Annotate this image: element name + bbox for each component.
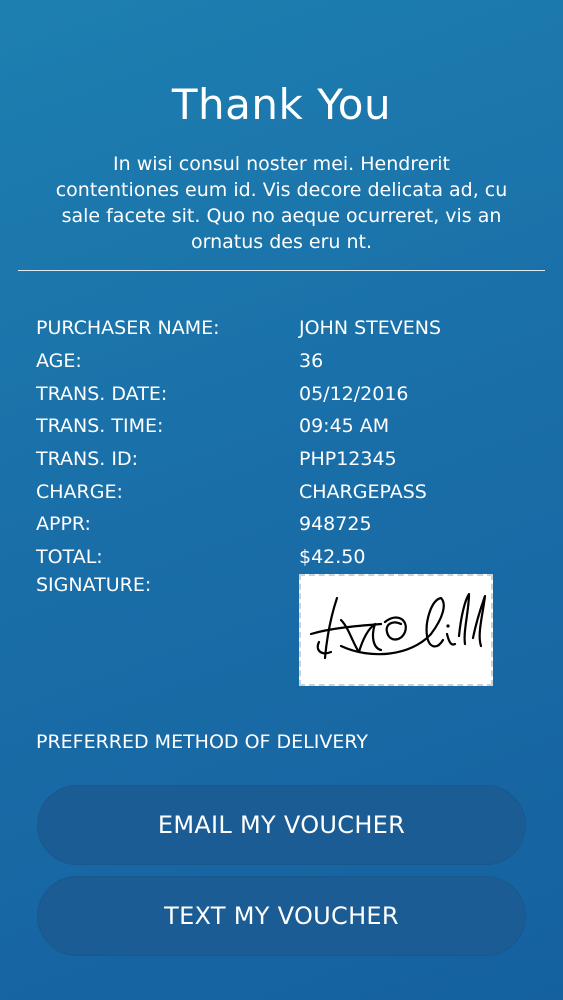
detail-label: TRANS. DATE: — [36, 382, 168, 405]
detail-row-charge: CHARGE: CHARGEPASS — [36, 475, 536, 508]
detail-row-trans-time: TRANS. TIME: 09:45 AM — [36, 410, 536, 443]
detail-value: PHP12345 — [299, 448, 397, 471]
transaction-details: PURCHASER NAME: JOHN STEVENS AGE: 36 TRA… — [36, 312, 536, 574]
detail-label: AGE: — [36, 350, 82, 373]
detail-label: TOTAL: — [36, 546, 103, 569]
detail-value: $42.50 — [299, 546, 366, 569]
detail-row-age: AGE: 36 — [36, 345, 536, 378]
detail-row-total: TOTAL: $42.50 — [36, 541, 536, 574]
detail-label: APPR: — [36, 513, 91, 536]
detail-row-appr: APPR: 948725 — [36, 508, 536, 541]
detail-value: 36 — [299, 350, 324, 373]
detail-row-trans-date: TRANS. DATE: 05/12/2016 — [36, 377, 536, 410]
detail-value: 09:45 AM — [299, 415, 390, 438]
delivery-label: PREFERRED METHOD OF DELIVERY — [36, 731, 368, 753]
intro-text: In wisi consul noster mei. Hendrerit con… — [55, 153, 508, 253]
divider — [18, 270, 545, 271]
text-voucher-button[interactable]: TEXT MY VOUCHER — [37, 876, 526, 956]
signature-label: SIGNATURE: — [36, 574, 152, 596]
detail-row-purchaser-name: PURCHASER NAME: JOHN STEVENS — [36, 312, 536, 345]
detail-label: CHARGE: — [36, 480, 123, 503]
detail-label: TRANS. ID: — [36, 448, 139, 471]
signature-drawing — [309, 592, 487, 660]
detail-label: TRANS. TIME: — [36, 415, 164, 438]
detail-value: CHARGEPASS — [299, 480, 427, 503]
detail-row-trans-id: TRANS. ID: PHP12345 — [36, 443, 536, 476]
detail-label: PURCHASER NAME: — [36, 317, 220, 340]
signature-image — [299, 574, 493, 686]
email-voucher-button[interactable]: EMAIL MY VOUCHER — [37, 785, 526, 865]
detail-value: JOHN STEVENS — [299, 317, 442, 340]
detail-value: 05/12/2016 — [299, 382, 409, 405]
detail-value: 948725 — [299, 513, 372, 536]
page-title: Thank You — [171, 80, 392, 130]
